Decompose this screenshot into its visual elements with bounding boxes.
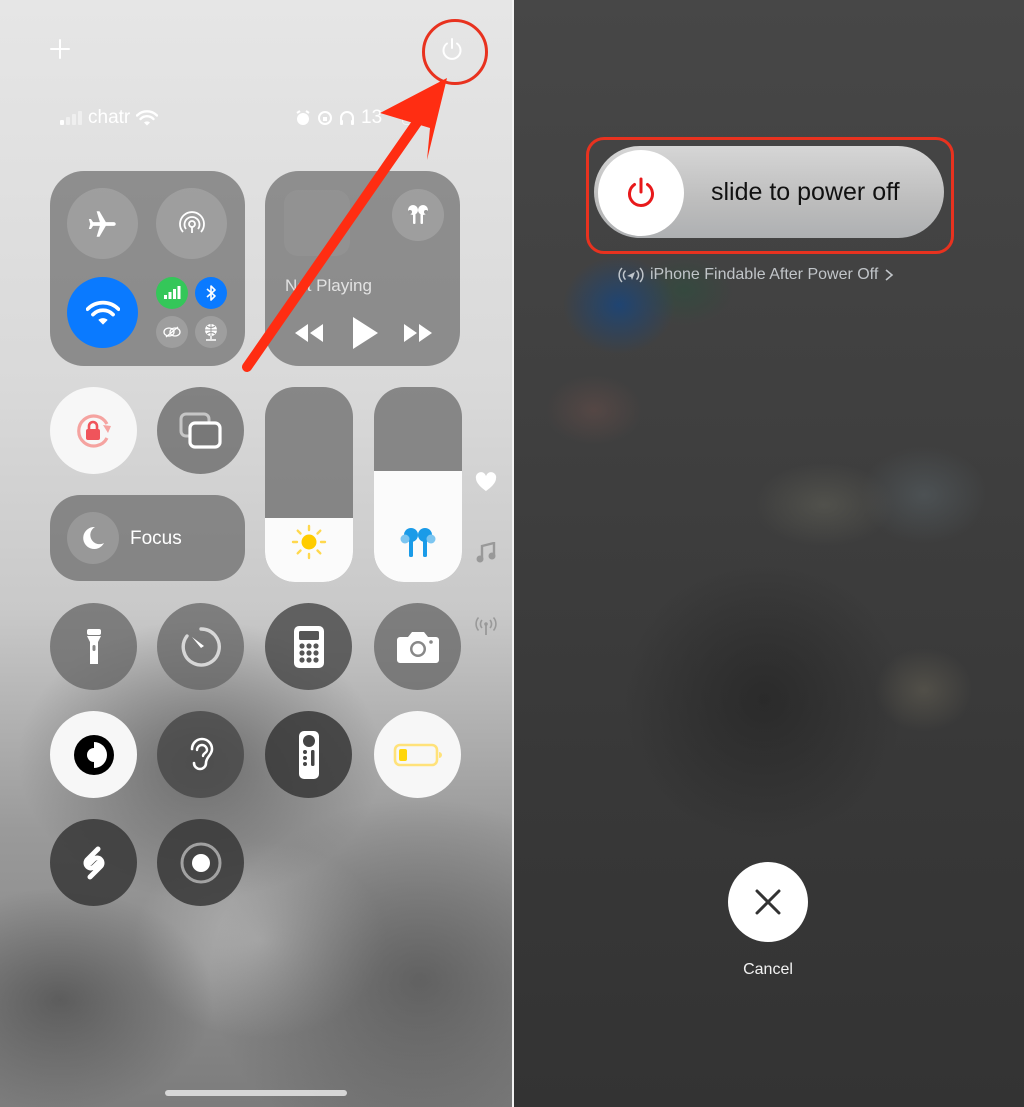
music-page-indicator[interactable] <box>474 541 498 565</box>
focus-moon-badge <box>67 512 119 564</box>
brightness-slider[interactable] <box>265 387 353 582</box>
orientation-lock-toggle[interactable] <box>50 387 137 474</box>
dark-mode-icon <box>73 734 114 775</box>
chevron-right-icon <box>885 269 894 281</box>
airpods-icon <box>400 528 436 557</box>
flashlight-toggle[interactable] <box>50 603 137 690</box>
moon-icon <box>83 526 104 549</box>
cancel-button[interactable] <box>728 862 808 942</box>
calculator-button[interactable] <box>265 603 352 690</box>
antenna-icon <box>475 616 497 635</box>
findable-after-power-off-link[interactable]: iPhone Findable After Power Off <box>616 266 896 284</box>
apple-tv-remote-button[interactable] <box>265 711 352 798</box>
connectivity-page-indicator[interactable] <box>474 614 498 638</box>
home-indicator[interactable] <box>165 1090 347 1096</box>
power-off-screen: slide to power off iPhone Findable After… <box>514 0 1024 1107</box>
findable-text: iPhone Findable After Power Off <box>650 266 879 283</box>
remote-icon <box>298 730 319 779</box>
hearing-button[interactable] <box>157 711 244 798</box>
camera-button[interactable] <box>374 603 461 690</box>
music-note-icon <box>476 542 496 563</box>
sun-icon <box>291 524 327 560</box>
annotation-arrow <box>242 78 447 372</box>
find-my-location-icon <box>618 267 644 283</box>
flashlight-icon <box>86 628 101 664</box>
close-icon <box>755 889 781 915</box>
battery-low-icon <box>393 743 442 766</box>
dark-mode-toggle[interactable] <box>50 711 137 798</box>
focus-label: Focus <box>130 528 182 549</box>
slider-highlight-box <box>586 137 954 254</box>
orientation-lock-icon <box>76 413 111 448</box>
heart-icon <box>475 472 497 491</box>
ear-icon <box>190 737 213 770</box>
timer-icon <box>181 626 221 667</box>
screen-mirroring-icon <box>179 412 222 449</box>
timer-button[interactable] <box>157 603 244 690</box>
control-center-panel: chatr 13 Not Playing Focus <box>0 0 512 1107</box>
shazam-button[interactable] <box>50 819 137 906</box>
screen-recording-button[interactable] <box>157 819 244 906</box>
volume-slider[interactable] <box>374 387 462 582</box>
record-icon <box>180 842 221 883</box>
shazam-icon <box>83 846 104 879</box>
cancel-label: Cancel <box>743 961 793 978</box>
screen-mirroring-button[interactable] <box>157 387 244 474</box>
calculator-icon <box>293 625 324 668</box>
low-power-mode-toggle[interactable] <box>374 711 461 798</box>
camera-icon <box>396 631 439 663</box>
favorites-page-indicator[interactable] <box>474 470 498 494</box>
